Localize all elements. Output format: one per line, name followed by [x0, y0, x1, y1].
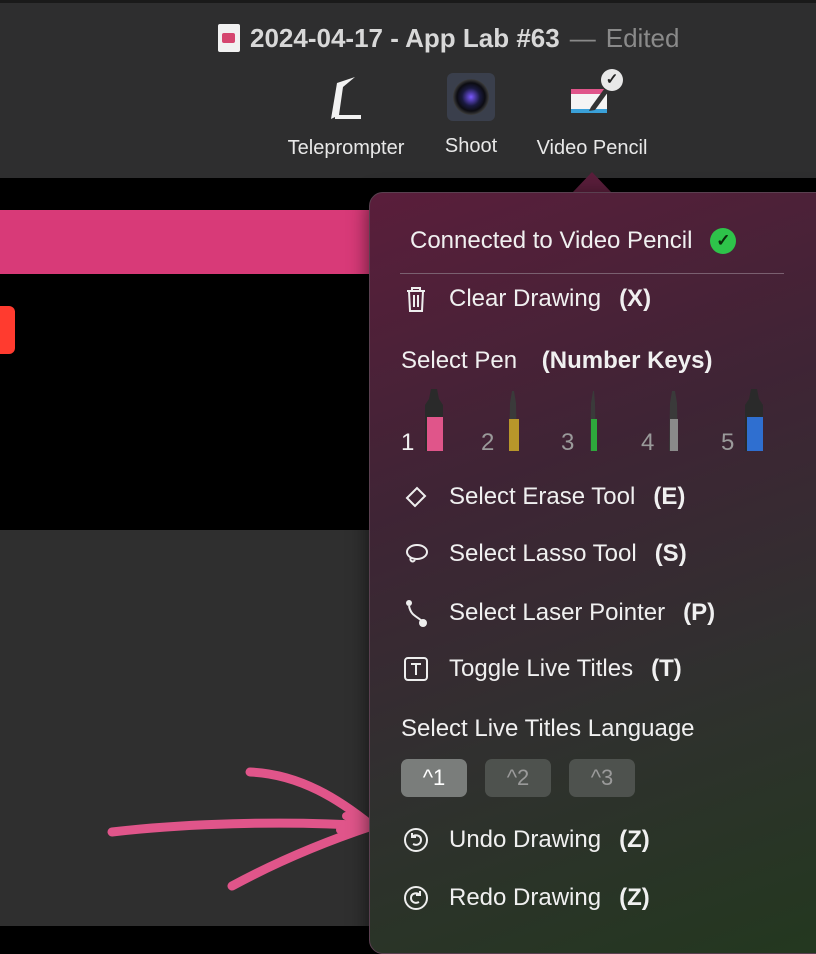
trash-icon — [401, 285, 431, 313]
lasso-tool-label: Select Lasso Tool — [449, 540, 637, 567]
document-name: 2024-04-17 - App Lab #63 — [250, 22, 560, 53]
yellow-pen-icon — [509, 391, 519, 451]
eraser-icon — [401, 484, 431, 510]
pink-pen-icon — [425, 389, 443, 451]
undo-drawing-shortcut: (Z) — [619, 826, 650, 853]
pen-4[interactable]: 4 — [641, 389, 711, 459]
pen-number: 1 — [401, 429, 415, 456]
live-titles-item[interactable]: Toggle Live Titles (T) — [401, 655, 682, 683]
language-key-group: ^1 ^2 ^3 — [401, 759, 635, 797]
laser-pointer-shortcut: (P) — [683, 599, 716, 626]
gray-pen-icon — [669, 391, 678, 451]
lasso-icon — [401, 541, 431, 567]
pen-selector: 1 2 3 4 5 — [401, 389, 801, 459]
red-indicator — [0, 306, 15, 354]
language-label: Select Live Titles Language — [401, 715, 695, 742]
pen-3[interactable]: 3 — [561, 389, 631, 459]
laser-pointer-item[interactable]: Select Laser Pointer (P) — [401, 598, 715, 628]
video-pencil-icon: ✓ — [567, 69, 623, 123]
connected-check-icon: ✓ — [710, 228, 737, 254]
redo-drawing-item[interactable]: Redo Drawing (Z) — [401, 884, 650, 912]
pen-1[interactable]: 1 — [401, 389, 471, 459]
teleprompter-icon — [321, 73, 371, 123]
teleprompter-label: Teleprompter — [287, 137, 405, 159]
erase-tool-shortcut: (E) — [653, 483, 686, 510]
pen-number: 4 — [641, 429, 655, 456]
teleprompter-button[interactable]: Teleprompter — [282, 73, 410, 160]
pen-number: 5 — [721, 429, 735, 456]
divider — [400, 273, 784, 274]
clear-drawing-shortcut: (X) — [619, 285, 652, 312]
redo-drawing-shortcut: (Z) — [619, 884, 650, 911]
video-pencil-popover: Connected to Video Pencil ✓ Clear Drawin… — [369, 192, 816, 954]
clear-drawing-label: Clear Drawing — [449, 285, 602, 312]
shoot-button[interactable]: Shoot — [440, 73, 502, 158]
green-pen-icon — [590, 391, 597, 451]
language-key-1[interactable]: ^1 — [401, 759, 467, 797]
text-box-icon — [401, 656, 431, 682]
select-pen-label: Select Pen — [401, 347, 518, 374]
lasso-tool-item[interactable]: Select Lasso Tool (S) — [401, 540, 687, 568]
blue-pen-icon — [745, 389, 763, 451]
language-heading: Select Live Titles Language — [401, 715, 695, 743]
pen-number: 3 — [561, 429, 575, 456]
pink-banner — [0, 210, 380, 274]
language-key-3[interactable]: ^3 — [569, 759, 635, 797]
select-pen-shortcut: (Number Keys) — [541, 347, 713, 374]
select-pen-heading: Select Pen (Number Keys) — [401, 347, 712, 375]
shoot-label: Shoot — [444, 135, 498, 157]
window-titlebar: 2024-04-17 - App Lab #63 — Edited Telepr… — [0, 0, 816, 178]
pen-number: 2 — [481, 429, 495, 456]
pen-5[interactable]: 5 — [721, 389, 791, 459]
undo-drawing-label: Undo Drawing — [449, 826, 602, 853]
laser-pointer-icon — [401, 598, 431, 628]
redo-drawing-label: Redo Drawing — [449, 884, 602, 911]
camera-lens-icon — [447, 73, 495, 121]
video-pencil-button[interactable]: ✓ Video Pencil — [530, 69, 654, 160]
edited-status: Edited — [605, 22, 680, 53]
title-separator: — — [569, 22, 596, 53]
document-icon — [218, 24, 240, 52]
pen-2[interactable]: 2 — [481, 389, 551, 459]
erase-tool-item[interactable]: Select Erase Tool (E) — [401, 483, 685, 511]
laser-pointer-label: Select Laser Pointer — [449, 599, 666, 626]
redo-icon — [401, 885, 431, 911]
popover-arrow — [572, 172, 612, 193]
window-title: 2024-04-17 - App Lab #63 — Edited — [218, 21, 679, 55]
video-pencil-label: Video Pencil — [536, 137, 648, 159]
connection-status: Connected to Video Pencil ✓ — [410, 227, 737, 255]
connection-status-label: Connected to Video Pencil — [410, 227, 693, 254]
clear-drawing-item[interactable]: Clear Drawing (X) — [401, 285, 651, 313]
language-key-2[interactable]: ^2 — [485, 759, 551, 797]
undo-icon — [401, 827, 431, 853]
checkmark-badge-icon: ✓ — [601, 69, 623, 91]
drawn-arrow — [107, 767, 380, 891]
undo-drawing-item[interactable]: Undo Drawing (Z) — [401, 826, 650, 854]
erase-tool-label: Select Erase Tool — [449, 483, 636, 510]
live-titles-shortcut: (T) — [651, 655, 682, 682]
live-titles-label: Toggle Live Titles — [449, 655, 634, 682]
lasso-tool-shortcut: (S) — [654, 540, 687, 567]
